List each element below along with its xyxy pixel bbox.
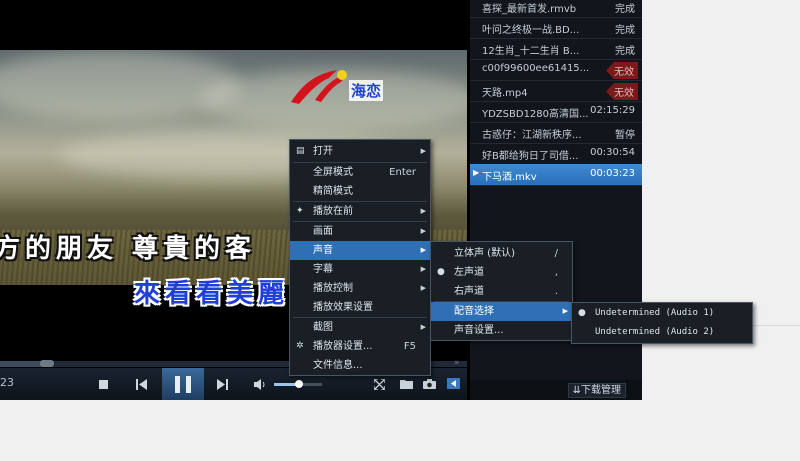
radio-selected-icon: ●	[437, 267, 445, 277]
playlist-item-name: 好B都给狗日了司借...	[482, 151, 579, 162]
menu-item-fullscreen[interactable]: 全屏模式 Enter	[290, 163, 430, 182]
menu-item-stereo[interactable]: 立体声 (默认) /	[431, 244, 572, 263]
playlist-item-name: 喜探_最新首发.rmvb	[482, 4, 577, 15]
playlist-item-name: 天路.mp4	[482, 88, 528, 99]
menu-item-player-settings[interactable]: ✲ 播放器设置... F5	[290, 337, 430, 356]
playlist-item-name: YDZSBD1280高清国...	[482, 109, 589, 120]
playlist-item-name: 古惑仔：江湖新秩序...	[482, 130, 582, 141]
menu-item-sound-settings[interactable]: 声音设置...	[431, 321, 572, 340]
menu-item-compact[interactable]: 精简模式	[290, 182, 430, 201]
volume-slider[interactable]	[274, 380, 322, 388]
playlist-item-status: 完成	[615, 25, 635, 36]
menu-item-effects[interactable]: 播放效果设置	[290, 298, 430, 317]
playlist-item-name: 12生肖_十二生肖 B...	[482, 46, 580, 57]
playlist-item[interactable]: 叶问之终极一战.BD... 完成	[470, 17, 642, 39]
menu-item-dub-select[interactable]: 配音选择 ▶	[431, 302, 572, 321]
dub-submenu: ● Undetermined (Audio 1) Undetermined (A…	[571, 302, 753, 344]
logo-text: 海恋	[349, 80, 384, 101]
lyric-line-1: 方的朋友 尊貴的客	[0, 234, 257, 264]
menu-item-audio-2[interactable]: Undetermined (Audio 2)	[572, 323, 752, 342]
playing-indicator-icon: ▶	[473, 168, 480, 177]
volume-handle[interactable]	[295, 380, 303, 388]
context-menu: ▤ 打开 ▶ 全屏模式 Enter 精简模式 ✦ 播放在前 ▶ 画面 ▶ 声音 ▶ 字幕 ▶…	[289, 139, 431, 376]
playlist-item[interactable]: ▶ 下马酒.mkv 00:03:23	[470, 164, 642, 186]
download-icon: ⇊	[572, 385, 581, 396]
radio-selected-icon: ●	[578, 308, 586, 318]
open-icon: ▤	[296, 146, 305, 156]
playlist-item-status: 00:03:23	[590, 168, 635, 179]
playlist-item[interactable]: YDZSBD1280高清国... 02:15:29	[470, 101, 642, 123]
menu-item-screenshot[interactable]: 截图 ▶	[290, 318, 430, 337]
menu-item-picture[interactable]: 画面 ▶	[290, 222, 430, 241]
menu-item-sound[interactable]: 声音 ▶	[290, 241, 430, 260]
seek-end-arrow-icon: »	[454, 358, 460, 368]
playlist-item-status: 无效	[606, 83, 638, 100]
stop-icon[interactable]	[95, 368, 111, 400]
seek-handle[interactable]	[40, 360, 54, 367]
menu-item-right-channel[interactable]: 右声道.	[431, 282, 572, 301]
download-manager-button[interactable]: ⇊下载管理	[567, 383, 626, 398]
playlist-item-status: 暂停	[615, 130, 635, 141]
pin-icon: ✦	[296, 206, 304, 216]
playlist-item-name: c00f99600ee61415...	[482, 63, 590, 74]
previous-icon[interactable]	[133, 368, 149, 400]
menu-item-on-top[interactable]: ✦ 播放在前 ▶	[290, 202, 430, 221]
menu-item-left-channel[interactable]: ● 左声道,	[431, 263, 572, 282]
playlist-item-name: 下马酒.mkv	[482, 172, 537, 183]
menu-item-open[interactable]: ▤ 打开 ▶	[290, 142, 430, 161]
playlist-item-status: 无效	[606, 62, 638, 79]
playlist-item[interactable]: 古惑仔：江湖新秩序... 暂停	[470, 122, 642, 144]
panel-toggle-icon[interactable]	[445, 368, 461, 400]
menu-item-subtitle[interactable]: 字幕 ▶	[290, 260, 430, 279]
playlist-item[interactable]: 12生肖_十二生肖 B... 完成	[470, 38, 642, 60]
submenu-arrow-icon: ▶	[420, 147, 426, 155]
volume-icon[interactable]	[252, 368, 268, 400]
sound-submenu: 立体声 (默认) / ● 左声道, 右声道. 配音选择 ▶ 声音设置...	[430, 241, 573, 341]
playlist-item-status: 完成	[615, 4, 635, 15]
playlist-item-name: 叶问之终极一战.BD...	[482, 25, 580, 36]
menu-item-playback-control[interactable]: 播放控制 ▶	[290, 279, 430, 298]
playlist-item[interactable]: c00f99600ee61415... 无效	[470, 59, 642, 81]
pause-icon	[175, 376, 180, 393]
playlist-item[interactable]: 天路.mp4 无效	[470, 80, 642, 102]
playlist-item-status: 02:15:29	[590, 105, 635, 116]
next-icon[interactable]	[214, 368, 230, 400]
menu-item-file-info[interactable]: 文件信息...	[290, 356, 430, 375]
playlist-item[interactable]: 好B都给狗日了司借... 00:30:54	[470, 143, 642, 165]
playlist-item-status: 完成	[615, 46, 635, 57]
lyric-line-2: 來看看美麗	[134, 279, 290, 309]
menu-item-audio-1[interactable]: ● Undetermined (Audio 1)	[572, 304, 752, 323]
playlist-footer: ⇊下载管理	[470, 380, 642, 400]
playlist-item-status: 00:30:54	[590, 147, 635, 158]
time-display: 23	[0, 376, 14, 389]
playlist-item[interactable]: 喜探_最新首发.rmvb 完成	[470, 0, 642, 18]
gear-icon: ✲	[296, 341, 304, 351]
pause-button[interactable]	[162, 368, 204, 400]
